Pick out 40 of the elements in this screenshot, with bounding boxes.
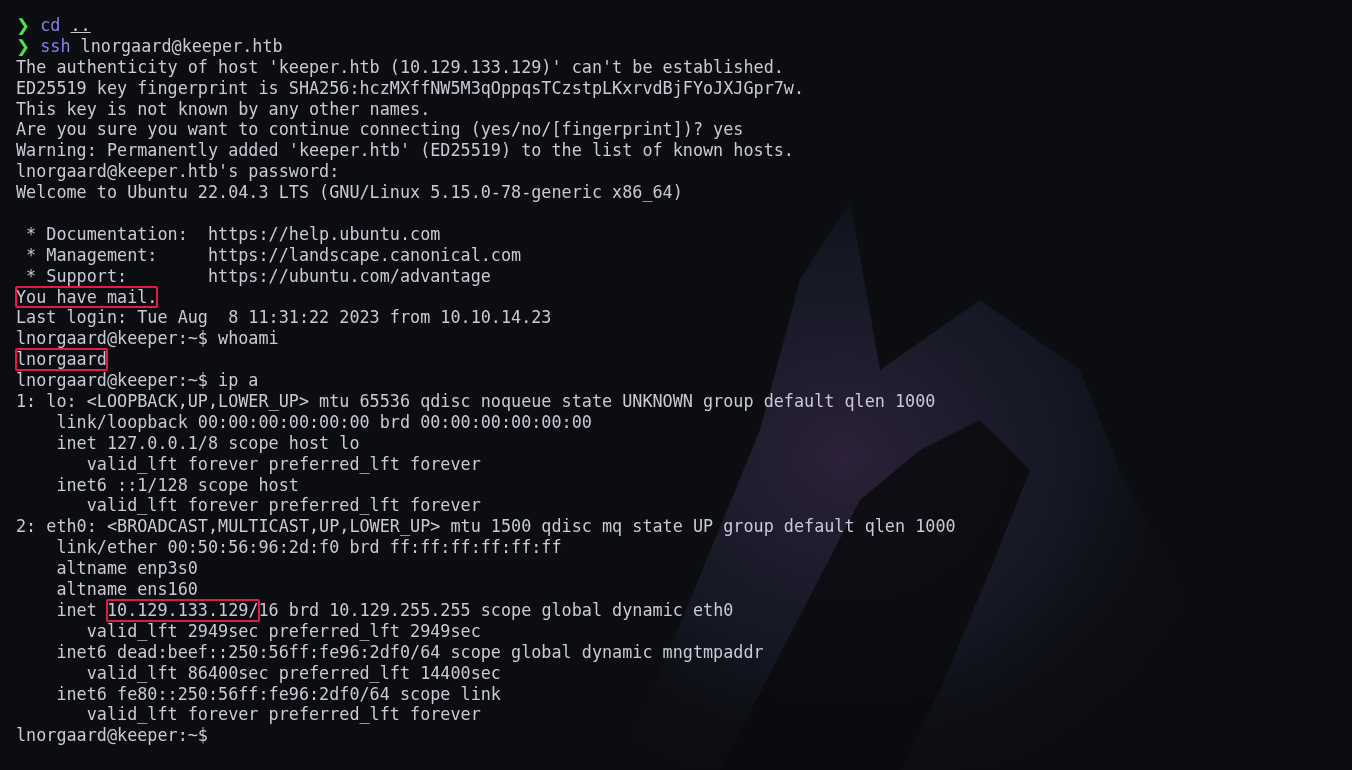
terminal-line: Welcome to Ubuntu 22.04.3 LTS (GNU/Linux 5.15.0-78-generic x86_64) — [16, 182, 683, 203]
terminal-line: Are you sure you want to continue connecting (yes/no/[fingerprint])? yes — [16, 119, 744, 141]
terminal-line: This key is not known by any other names. — [16, 98, 431, 120]
terminal-line: 2: eth0: <BROADCAST,MULTICAST,UP,LOWER_UP> mtu 1500 qdisc mq state UP group default qlen 1000 — [16, 516, 956, 538]
highlighted-text: You have mail. — [16, 286, 158, 308]
terminal-line: altname enp3s0 — [55, 558, 198, 580]
terminal-line: inet6 dead:beef::250:56ff:fe96:2df0/64 scope global dynamic mngtmpaddr — [55, 641, 764, 663]
terminal-line: lnorgaard@keeper.htb's password: — [16, 161, 340, 183]
terminal-line: * Management: https://landscape.canonical.com — [25, 244, 522, 266]
terminal-line: lnorgaard@keeper:~$ — [16, 725, 208, 747]
highlighted-text: 10.129.133.129/ — [106, 599, 259, 621]
terminal-line: lnorgaard@keeper:~$ whoami — [16, 328, 279, 350]
terminal-line: valid_lft 86400sec preferred_lft 14400sec — [85, 662, 501, 684]
terminal-line: altname ens160 — [55, 579, 198, 600]
terminal-line: inet6 ::1/128 scope host — [55, 474, 299, 496]
highlighted-text: lnorgaard — [16, 349, 107, 371]
argument-text: lnorgaard@keeper.htb — [80, 35, 283, 57]
prompt-arrow: ❯ — [16, 15, 31, 36]
terminal-line: 16 brd 10.129.255.255 scope global dynamic eth0 — [258, 599, 734, 621]
terminal-line: inet 127.0.0.1/8 scope host lo — [55, 432, 360, 454]
terminal-line: ED25519 key fingerprint is SHA256:hczMXffNW5M3qOppqsTCzstpLKxrvdBjFYoJXJGpr7w. — [16, 77, 805, 99]
command-text: ssh — [40, 35, 71, 57]
terminal-line: inet — [55, 599, 98, 621]
terminal-line: valid_lft 2949sec preferred_lft 2949sec — [85, 620, 481, 642]
terminal-line: link/loopback 00:00:00:00:00:00 brd 00:00:00:00:00:00 — [55, 411, 592, 433]
terminal-line: Last login: Tue Aug 8 11:31:22 2023 from 10.10.14.23 — [16, 307, 552, 329]
terminal-line: * Documentation: https://help.ubuntu.com — [25, 223, 441, 245]
terminal-line: The authenticity of host 'keeper.htb (10.129.133.129)' can't be established. — [16, 56, 784, 78]
terminal-line: valid_lft forever preferred_lft forever — [85, 495, 481, 517]
terminal-line: valid_lft forever preferred_lft forever — [85, 704, 481, 726]
terminal-line: inet6 fe80::250:56ff:fe96:2df0/64 scope link — [55, 683, 501, 705]
terminal-line: 1: lo: <LOOPBACK,UP,LOWER_UP> mtu 65536 qdisc noqueue state UNKNOWN group default qlen 1000 — [16, 391, 936, 412]
terminal-line: Warning: Permanently added 'keeper.htb' (ED25519) to the list of known hosts. — [16, 140, 794, 162]
command-text: cd — [40, 15, 61, 36]
terminal-line: link/ether 00:50:56:96:2d:f0 brd ff:ff:ff:ff:ff:ff — [55, 537, 562, 559]
terminal-line: * Support: https://ubuntu.com/advantage — [25, 265, 491, 287]
prompt-arrow: ❯ — [16, 35, 31, 57]
terminal-line: lnorgaard@keeper:~$ ip a — [16, 370, 259, 392]
terminal-line: valid_lft forever preferred_lft forever — [85, 453, 481, 475]
argument-text: .. — [70, 15, 91, 36]
